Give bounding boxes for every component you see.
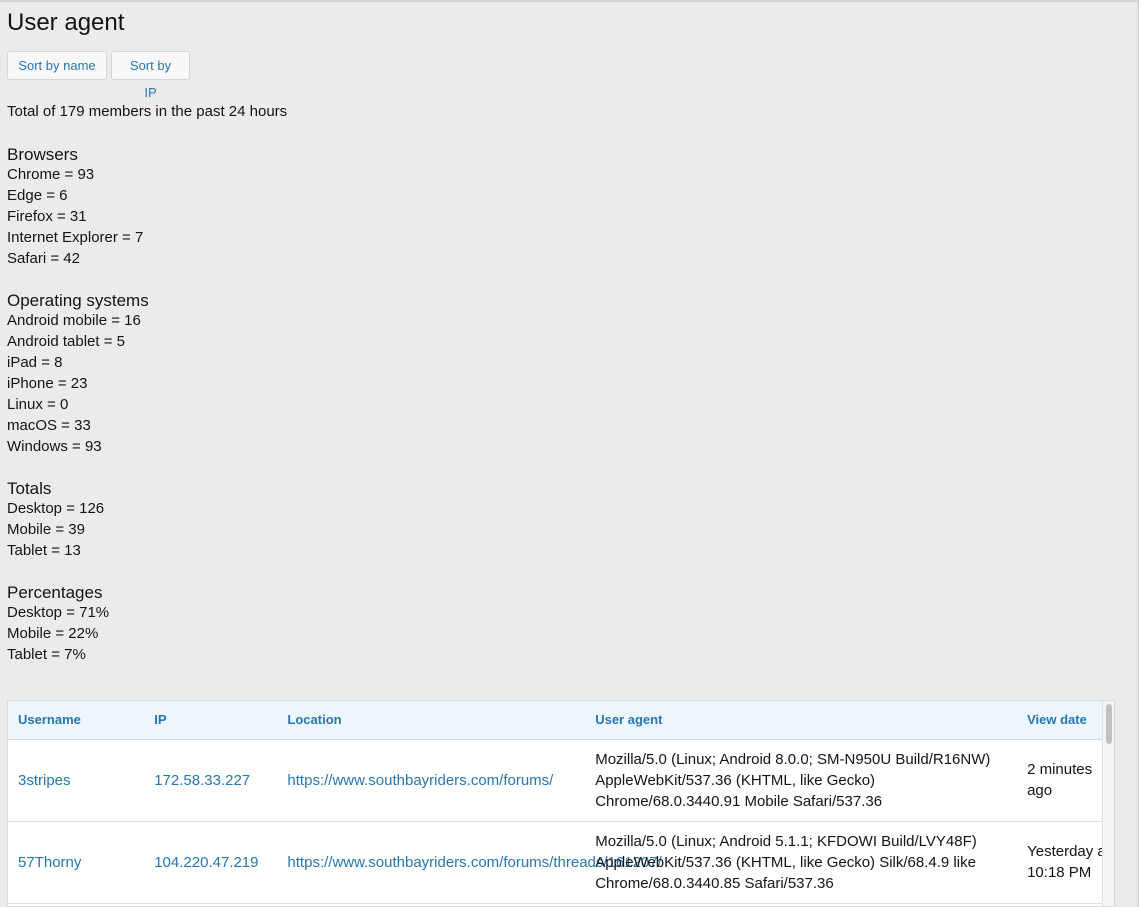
column-header-username[interactable]: Username (8, 701, 145, 740)
stats-group-totals: Totals Desktop = 126 Mobile = 39 Tablet = 1… (7, 480, 407, 561)
stat-line: iPad = 8 (7, 354, 63, 371)
stat-line: Tablet = 13 (7, 542, 81, 559)
stat-line: Mobile = 39 (7, 521, 85, 538)
stats-group-heading: Operating systems (7, 291, 149, 310)
ip-link[interactable]: 104.220.47.219 (144, 821, 278, 904)
stats-group-heading: Percentages (7, 583, 103, 602)
stats-section: Browsers Chrome = 93 Edge = 6 Firefox = 31 I… (7, 146, 407, 688)
user-agent-string: Mozilla/5.0 (Linux; Android 5.1.1; KFDOW… (585, 821, 1018, 904)
stat-line: Edge = 6 (7, 187, 68, 204)
stats-group-browsers: Browsers Chrome = 93 Edge = 6 Firefox = 31 I… (7, 146, 407, 269)
user-agent-string: Mozilla/5.0 (Linux; Android 8.0.0; SM-N9… (585, 739, 1018, 822)
column-header-user-agent[interactable]: User agent (585, 701, 1018, 740)
sort-by-ip-button[interactable]: Sort by IP (111, 51, 190, 100)
stat-line: Chrome = 93 (7, 166, 95, 183)
view-date: 2 minutes ago (1017, 739, 1114, 822)
stat-line: Mobile = 22% (7, 625, 99, 642)
stats-group-operating-systems: Operating systems Android mobile = 16 Andr… (7, 292, 407, 457)
table-scrollbar[interactable] (1102, 701, 1114, 906)
stats-group-heading: Totals (7, 479, 52, 498)
username-link[interactable]: 57Thorny (8, 821, 145, 904)
location-link[interactable]: https://www.southbayriders.com/forums/ (277, 739, 586, 822)
sort-toolbar: Sort by name Sort by IP (7, 51, 190, 100)
sort-by-name-button[interactable]: Sort by name (7, 51, 107, 80)
top-border (0, 0, 1139, 2)
table-row: 3stripes 172.58.33.227 https://www.south… (8, 739, 1114, 822)
column-header-ip[interactable]: IP (144, 701, 278, 740)
table-row: 57Thorny 104.220.47.219 https://www.sout… (8, 821, 1114, 904)
stat-line: Android tablet = 5 (7, 333, 126, 350)
view-date: Yesterday at 10:18 PM (1017, 821, 1114, 904)
total-members-text: Total of 179 members in the past 24 hour… (7, 103, 288, 120)
stat-line: Internet Explorer = 7 (7, 229, 144, 246)
scrollbar-thumb[interactable] (1106, 704, 1112, 744)
location-link[interactable]: https://www.southbayriders.com/forums/th… (277, 821, 662, 904)
stats-group-percentages: Percentages Desktop = 71% Mobile = 22% Tabl… (7, 584, 407, 665)
stat-line: Windows = 93 (7, 438, 102, 455)
stat-line: Firefox = 31 (7, 208, 87, 225)
stat-line: macOS = 33 (7, 417, 91, 434)
stat-line: Tablet = 7% (7, 646, 86, 663)
table-header-row: Username IP Location User agent View dat… (8, 701, 1114, 740)
username-link[interactable]: 3stripes (8, 739, 145, 822)
ip-link[interactable]: 172.58.33.227 (144, 739, 278, 822)
stat-line: Linux = 0 (7, 396, 69, 413)
column-header-view-date[interactable]: View date (1017, 701, 1114, 740)
stat-line: iPhone = 23 (7, 375, 88, 392)
stat-line: Desktop = 71% (7, 604, 110, 621)
stat-line: Desktop = 126 (7, 500, 105, 517)
stats-group-heading: Browsers (7, 145, 78, 164)
stat-line: Safari = 42 (7, 250, 80, 267)
column-header-location[interactable]: Location (277, 701, 586, 740)
user-agent-table-container: Username IP Location User agent View dat… (7, 700, 1115, 907)
user-agent-table: Username IP Location User agent View dat… (8, 701, 1114, 904)
stat-line: Android mobile = 16 (7, 312, 141, 329)
page-title: User agent (7, 9, 125, 36)
